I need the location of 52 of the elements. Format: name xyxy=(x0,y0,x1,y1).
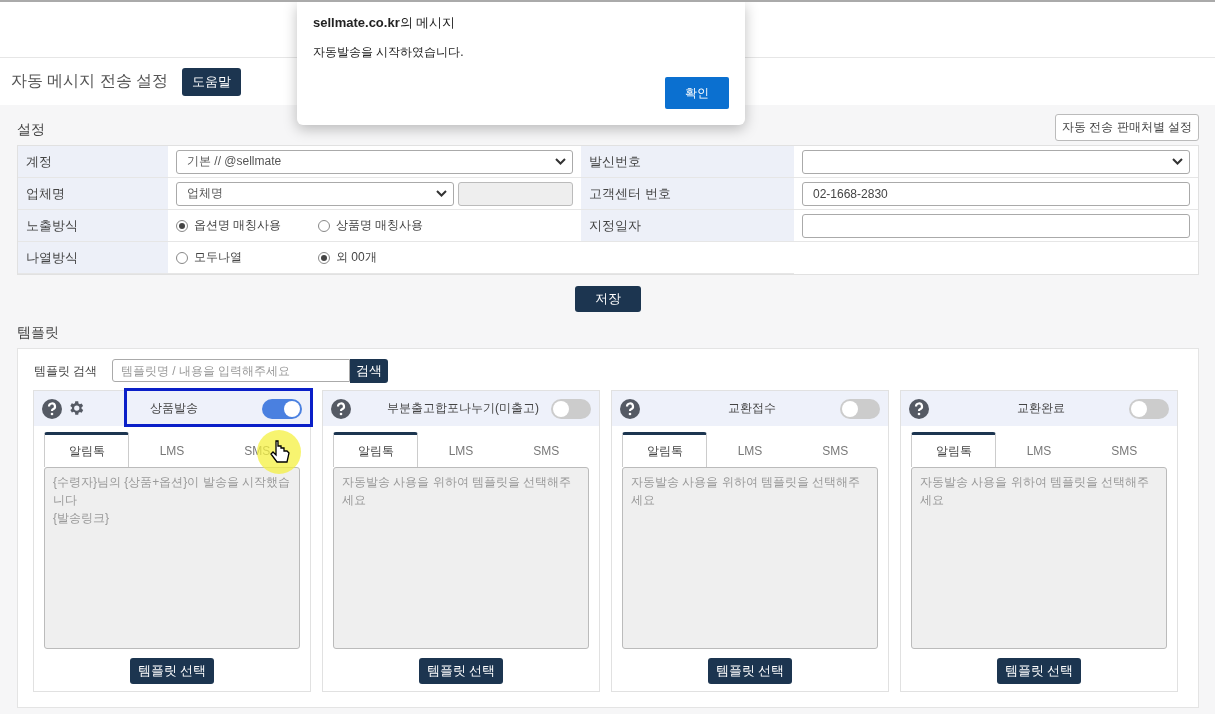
template-select-button[interactable]: 템플릿 선택 xyxy=(996,658,1082,684)
tab[interactable]: 알림톡 xyxy=(622,432,708,467)
field-label: 노출방식 xyxy=(18,210,168,242)
dialog-message: 자동발송을 시작하였습니다. xyxy=(313,44,465,61)
template-title: 교환접수 xyxy=(727,400,777,417)
template-select-button[interactable]: 템플릿 선택 xyxy=(418,658,504,684)
field-label: 발신번호 xyxy=(581,146,794,178)
template-select-button[interactable]: 템플릿 선택 xyxy=(129,658,215,684)
input-field[interactable]: 02-1668-2830 xyxy=(802,181,1190,206)
chevron-down-icon xyxy=(436,190,447,197)
section-title: 템플릿 xyxy=(17,324,59,342)
help-icon[interactable] xyxy=(42,398,62,419)
tab[interactable]: 알림톡 xyxy=(44,432,130,467)
toggle-switch[interactable] xyxy=(840,398,880,419)
help-icon[interactable] xyxy=(620,398,640,419)
select-field[interactable] xyxy=(802,149,1190,174)
toggle-switch[interactable] xyxy=(1129,398,1169,419)
help-icon[interactable] xyxy=(909,398,929,419)
dialog-title: sellmate.co.kr의 메시지 xyxy=(313,14,457,32)
help-button[interactable]: 도움말 xyxy=(182,67,242,96)
select-field[interactable]: 기본 // @sellmate xyxy=(176,149,573,174)
field-label: 나열방식 xyxy=(18,242,168,274)
help-icon[interactable] xyxy=(331,398,351,419)
radio-option[interactable]: 상품명 매칭사용 xyxy=(318,217,456,234)
search-label: 템플릿 검색 xyxy=(34,362,99,380)
field-label: 계정 xyxy=(18,146,168,178)
search-button[interactable]: 검색 xyxy=(350,359,388,383)
save-button[interactable]: 저장 xyxy=(575,286,641,312)
input-field[interactable] xyxy=(458,181,573,206)
select-field[interactable]: 업체명 xyxy=(176,181,454,206)
template-title: 상품발송 xyxy=(149,400,199,417)
radio-option[interactable]: 옵션명 매칭사용 xyxy=(176,217,314,234)
field-label: 지정일자 xyxy=(581,210,794,242)
template-select-button[interactable]: 템플릿 선택 xyxy=(707,658,793,684)
field-label: 고객센터 번호 xyxy=(581,178,794,210)
field-label: 업체명 xyxy=(18,178,168,210)
radio-option[interactable]: 모두나열 xyxy=(176,249,314,266)
radio-option[interactable]: 외 00개 xyxy=(318,249,456,266)
chevron-down-icon xyxy=(1172,158,1183,165)
tab[interactable]: 알림톡 xyxy=(911,432,997,467)
chevron-down-icon xyxy=(555,158,566,165)
search-field[interactable]: 템플릿명 / 내용을 입력해주세요 xyxy=(112,359,350,382)
template-title: 교환완료 xyxy=(1016,400,1066,417)
tab[interactable]: 알림톡 xyxy=(333,432,419,467)
section-title: 설정 xyxy=(17,121,45,139)
seller-settings-button[interactable]: 자동 전송 판매처별 설정 xyxy=(1055,114,1199,141)
page-title: 자동 메시지 전송 설정 xyxy=(11,71,169,91)
template-title: 부분출고합포나누기(미출고) xyxy=(386,400,540,417)
toggle-switch[interactable] xyxy=(551,398,591,419)
ok-button[interactable]: 확인 xyxy=(665,77,729,109)
toggle-switch[interactable] xyxy=(262,398,302,419)
input-field[interactable] xyxy=(802,213,1190,238)
